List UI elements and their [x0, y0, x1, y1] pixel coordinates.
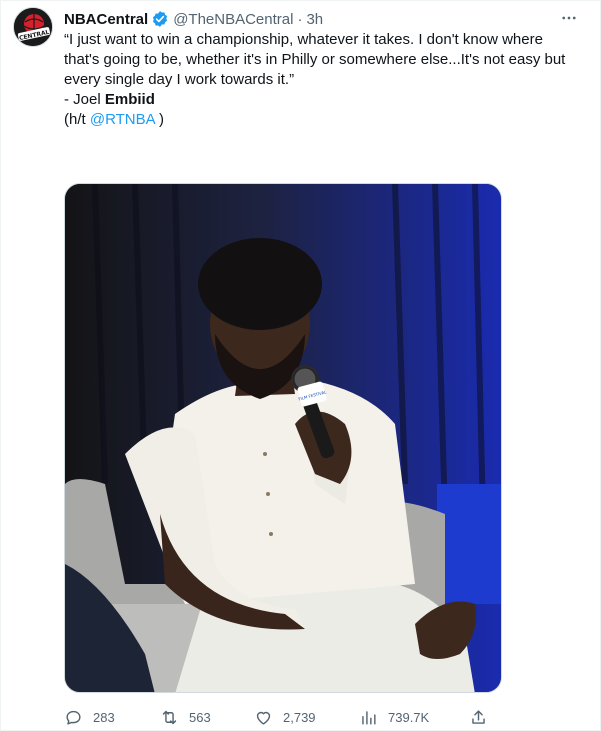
tweet-quote: “I just want to win a championship, what…: [64, 31, 566, 88]
retweet-button[interactable]: 563: [160, 705, 211, 729]
views-button[interactable]: 739.7K: [359, 705, 429, 729]
heart-icon: [256, 711, 271, 725]
like-button[interactable]: 2,739: [254, 705, 316, 729]
avatar[interactable]: CENTRAL: [13, 7, 53, 47]
reply-icon: [66, 710, 81, 725]
views-chart-icon: [362, 710, 376, 725]
tweet-signature: - Joel Embiid: [64, 90, 574, 110]
user-handle[interactable]: @TheNBACentral: [173, 11, 293, 28]
tweet-photo[interactable]: FILM FESTIVAL: [64, 183, 502, 693]
retweet-count: 563: [189, 709, 211, 725]
share-button[interactable]: [469, 705, 498, 729]
hat-tip-suffix: ): [154, 111, 164, 128]
mention-link[interactable]: @RTNBA: [90, 111, 155, 128]
timestamp[interactable]: 3h: [306, 11, 323, 28]
tweet-text: “I just want to win a championship, what…: [64, 30, 574, 130]
share-icon: [472, 709, 485, 724]
tweet-hat-tip: (h/t @RTNBA ): [64, 110, 574, 130]
views-count: 739.7K: [388, 709, 430, 725]
separator-dot: ·: [297, 10, 303, 28]
signature-prefix: - Joel: [64, 91, 105, 108]
retweet-icon: [162, 710, 177, 724]
reply-count: 283: [93, 709, 115, 725]
tweet-header: NBACentral @TheNBACentral · 3h: [64, 8, 586, 30]
hat-tip-prefix: (h/t: [64, 111, 90, 128]
more-options-icon[interactable]: [558, 7, 580, 29]
reply-button[interactable]: 283: [64, 705, 115, 729]
verified-badge-icon[interactable]: [151, 10, 169, 28]
signature-name: Embiid: [104, 91, 155, 108]
like-count: 2,739: [283, 709, 316, 725]
display-name[interactable]: NBACentral: [64, 11, 148, 28]
action-bar: 283 563 2,739 739.7K: [64, 705, 494, 729]
tweet-card[interactable]: CENTRAL NBACentral @TheNBACentral · 3h “…: [0, 0, 601, 731]
